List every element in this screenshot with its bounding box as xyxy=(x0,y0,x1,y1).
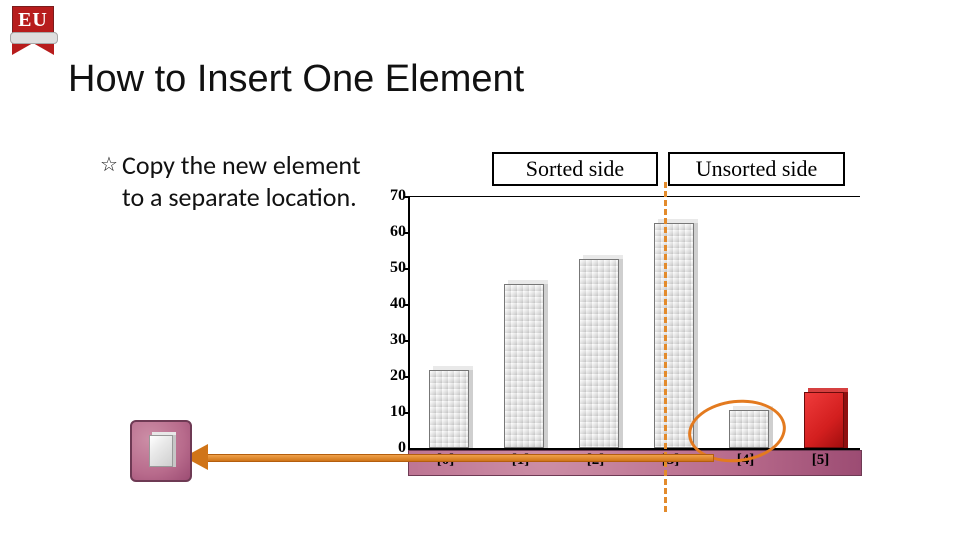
slide: EU How to Insert One Element ☆ Copy the … xyxy=(0,0,960,540)
sorted-side-label: Sorted side xyxy=(492,152,658,186)
logo-text: EU xyxy=(13,7,53,33)
unsorted-side-label: Unsorted side xyxy=(668,152,845,186)
tickmark-30 xyxy=(404,340,410,342)
y-tick-60: 60 xyxy=(370,223,406,241)
y-tick-40: 40 xyxy=(370,295,406,313)
separate-location-box xyxy=(130,420,192,482)
page-title: How to Insert One Element xyxy=(68,58,524,101)
logo: EU xyxy=(12,6,56,52)
star-icon: ☆ xyxy=(100,153,118,177)
gridline-70 xyxy=(410,196,860,197)
arrow-shaft xyxy=(202,454,714,462)
tickmark-20 xyxy=(404,376,410,378)
bar-2 xyxy=(579,259,619,448)
tickmark-10 xyxy=(404,412,410,414)
copied-element xyxy=(149,435,173,467)
bullet-content: Copy the new element to a separate locat… xyxy=(122,149,361,213)
bar-0 xyxy=(429,370,469,448)
y-tick-50: 50 xyxy=(370,259,406,277)
y-tick-10: 10 xyxy=(370,403,406,421)
tickmark-70 xyxy=(404,196,410,198)
bullet-text: ☆ Copy the new element to a separate loc… xyxy=(122,150,362,213)
tickmark-50 xyxy=(404,268,410,270)
x-tick-5: [5] xyxy=(783,452,858,469)
tickmark-40 xyxy=(404,304,410,306)
y-tick-20: 20 xyxy=(370,367,406,385)
y-tick-70: 70 xyxy=(370,187,406,205)
bar-1 xyxy=(504,284,544,448)
y-tick-30: 30 xyxy=(370,331,406,349)
bar-3 xyxy=(654,223,694,448)
plot-area xyxy=(408,196,860,450)
logo-scroll xyxy=(10,32,58,44)
tickmark-60 xyxy=(404,232,410,234)
copy-arrow xyxy=(190,446,720,470)
bar-5 xyxy=(804,392,844,448)
